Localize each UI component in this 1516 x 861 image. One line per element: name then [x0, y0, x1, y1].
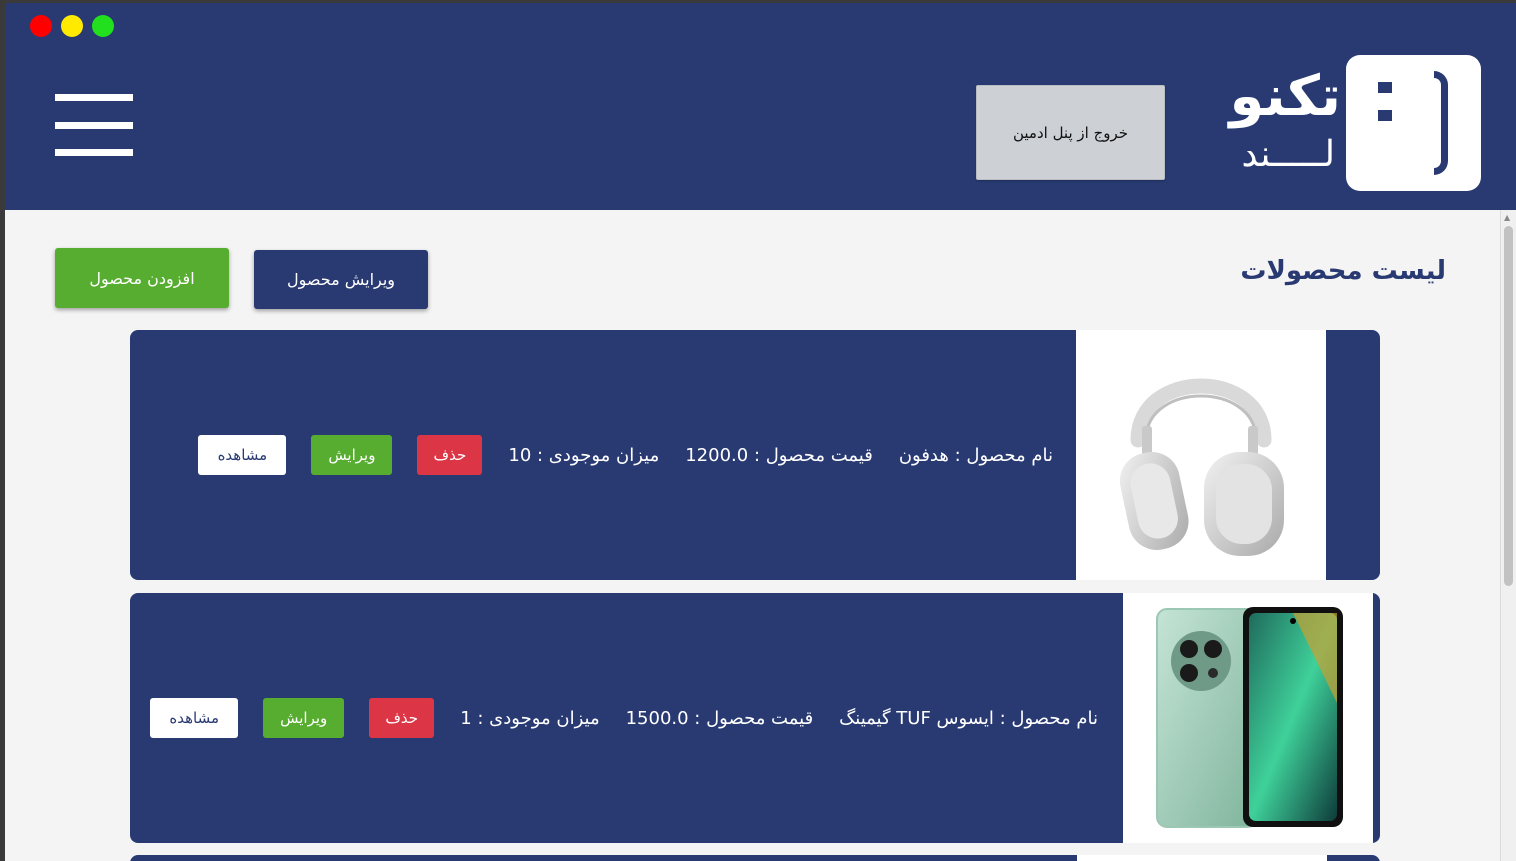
scrollbar-thumb[interactable]	[1504, 226, 1513, 586]
exit-admin-panel-button[interactable]: خروج از پنل ادمین	[976, 85, 1165, 180]
product-card	[130, 855, 1380, 861]
view-button[interactable]: مشاهده	[150, 698, 239, 738]
product-card: نام محصول : هدفون قیمت محصول : 1200.0 می…	[130, 330, 1380, 580]
edit-button[interactable]: ویرایش	[311, 435, 393, 475]
product-info: نام محصول : ایسوس TUF گیمینگ قیمت محصول …	[150, 593, 1098, 843]
logo-mark-bracket	[1434, 71, 1448, 175]
logo-title: تکنو	[1229, 64, 1341, 129]
hamburger-icon[interactable]	[55, 94, 133, 156]
page-title: لیست محصولات	[1240, 256, 1446, 286]
product-image	[1123, 593, 1373, 843]
product-info: نام محصول : هدفون قیمت محصول : 1200.0 می…	[198, 330, 1053, 580]
product-stock: میزان موجودی : 10	[508, 444, 660, 466]
delete-product-button[interactable]: حذف	[417, 435, 483, 475]
minimize-window-button[interactable]	[61, 15, 83, 37]
smartphone-icon	[1156, 607, 1343, 828]
product-image	[1077, 855, 1327, 861]
hamburger-line	[55, 94, 133, 101]
add-product-button[interactable]: افزودن محصول	[55, 248, 229, 308]
product-image	[1076, 330, 1326, 580]
edit-button[interactable]: ویرایش	[263, 698, 345, 738]
close-window-button[interactable]	[30, 15, 52, 37]
logo-mark-square	[1378, 82, 1392, 93]
product-name: نام محصول : هدفون	[898, 444, 1053, 466]
hamburger-line	[55, 121, 133, 129]
headphones-icon	[1119, 378, 1284, 556]
site-logo[interactable]: تکنو لـــــند	[1213, 55, 1481, 191]
product-price: قیمت محصول : 1200.0	[685, 444, 873, 466]
site-header: خروج از پنل ادمین تکنو لـــــند	[5, 3, 1516, 210]
window-controls	[30, 15, 114, 37]
scroll-up-arrow-icon[interactable]: ▲	[1504, 213, 1510, 222]
product-card: نام محصول : ایسوس TUF گیمینگ قیمت محصول …	[130, 593, 1380, 843]
logo-mark-square	[1378, 110, 1392, 121]
logo-mark-icon	[1346, 55, 1481, 191]
logo-subtitle: لـــــند	[1241, 134, 1335, 175]
product-name: نام محصول : ایسوس TUF گیمینگ	[839, 707, 1098, 729]
view-button[interactable]: مشاهده	[198, 435, 287, 475]
delete-product-button[interactable]: حذف	[369, 698, 435, 738]
product-price: قیمت محصول : 1500.0	[625, 707, 814, 729]
page-scrollbar[interactable]: ▲	[1500, 210, 1516, 861]
maximize-window-button[interactable]	[92, 15, 114, 37]
browser-window: خروج از پنل ادمین تکنو لـــــند لیست محص…	[5, 3, 1516, 861]
product-stock: میزان موجودی : 1	[460, 707, 600, 729]
edit-product-button[interactable]: ویرایش محصول	[254, 250, 428, 309]
hamburger-line	[55, 149, 133, 156]
